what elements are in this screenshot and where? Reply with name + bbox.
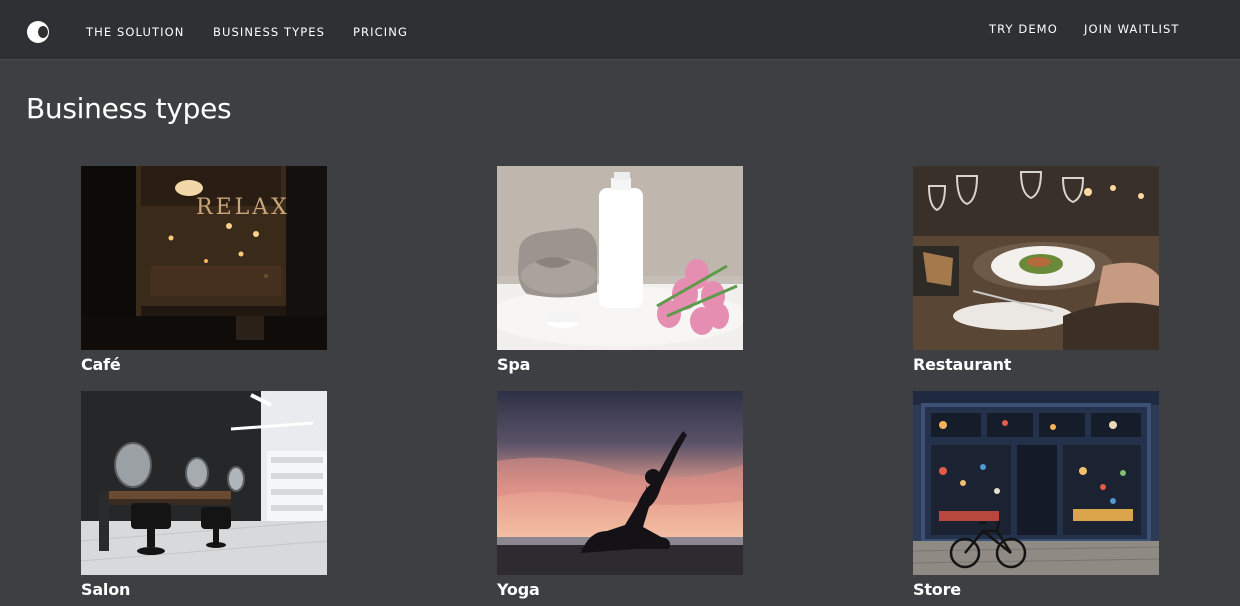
business-card-salon[interactable]: Salon <box>81 391 327 599</box>
restaurant-photo <box>913 166 1159 350</box>
nav-link-the-solution[interactable]: THE SOLUTION <box>86 26 184 39</box>
cafe-photo: RELAX <box>81 166 327 350</box>
business-card-label: Café <box>81 355 121 374</box>
logo-icon[interactable] <box>27 21 49 43</box>
business-card-label: Salon <box>81 580 131 599</box>
business-card-label: Spa <box>497 355 531 374</box>
top-navigation-bar: THE SOLUTION BUSINESS TYPES PRICING TRY … <box>0 0 1240 60</box>
business-card-label: Restaurant <box>913 355 1012 374</box>
spa-photo <box>497 166 743 350</box>
yoga-photo <box>497 391 743 575</box>
salon-photo <box>81 391 327 575</box>
store-photo <box>913 391 1159 575</box>
nav-link-try-demo[interactable]: TRY DEMO <box>989 23 1058 36</box>
business-card-label: Store <box>913 580 961 599</box>
business-card-label: Yoga <box>497 580 540 599</box>
nav-link-pricing[interactable]: PRICING <box>353 26 408 39</box>
page-title: Business types <box>26 92 232 125</box>
nav-link-join-waitlist[interactable]: JOIN WAITLIST <box>1084 23 1180 36</box>
business-card-store[interactable]: Store <box>913 391 1159 599</box>
business-card-cafe[interactable]: RELAX Café <box>81 166 327 374</box>
business-card-spa[interactable]: Spa <box>497 166 743 374</box>
business-card-yoga[interactable]: Yoga <box>497 391 743 599</box>
business-card-restaurant[interactable]: Restaurant <box>913 166 1159 374</box>
svg-text:RELAX: RELAX <box>196 195 290 220</box>
nav-link-business-types[interactable]: BUSINESS TYPES <box>213 26 325 39</box>
